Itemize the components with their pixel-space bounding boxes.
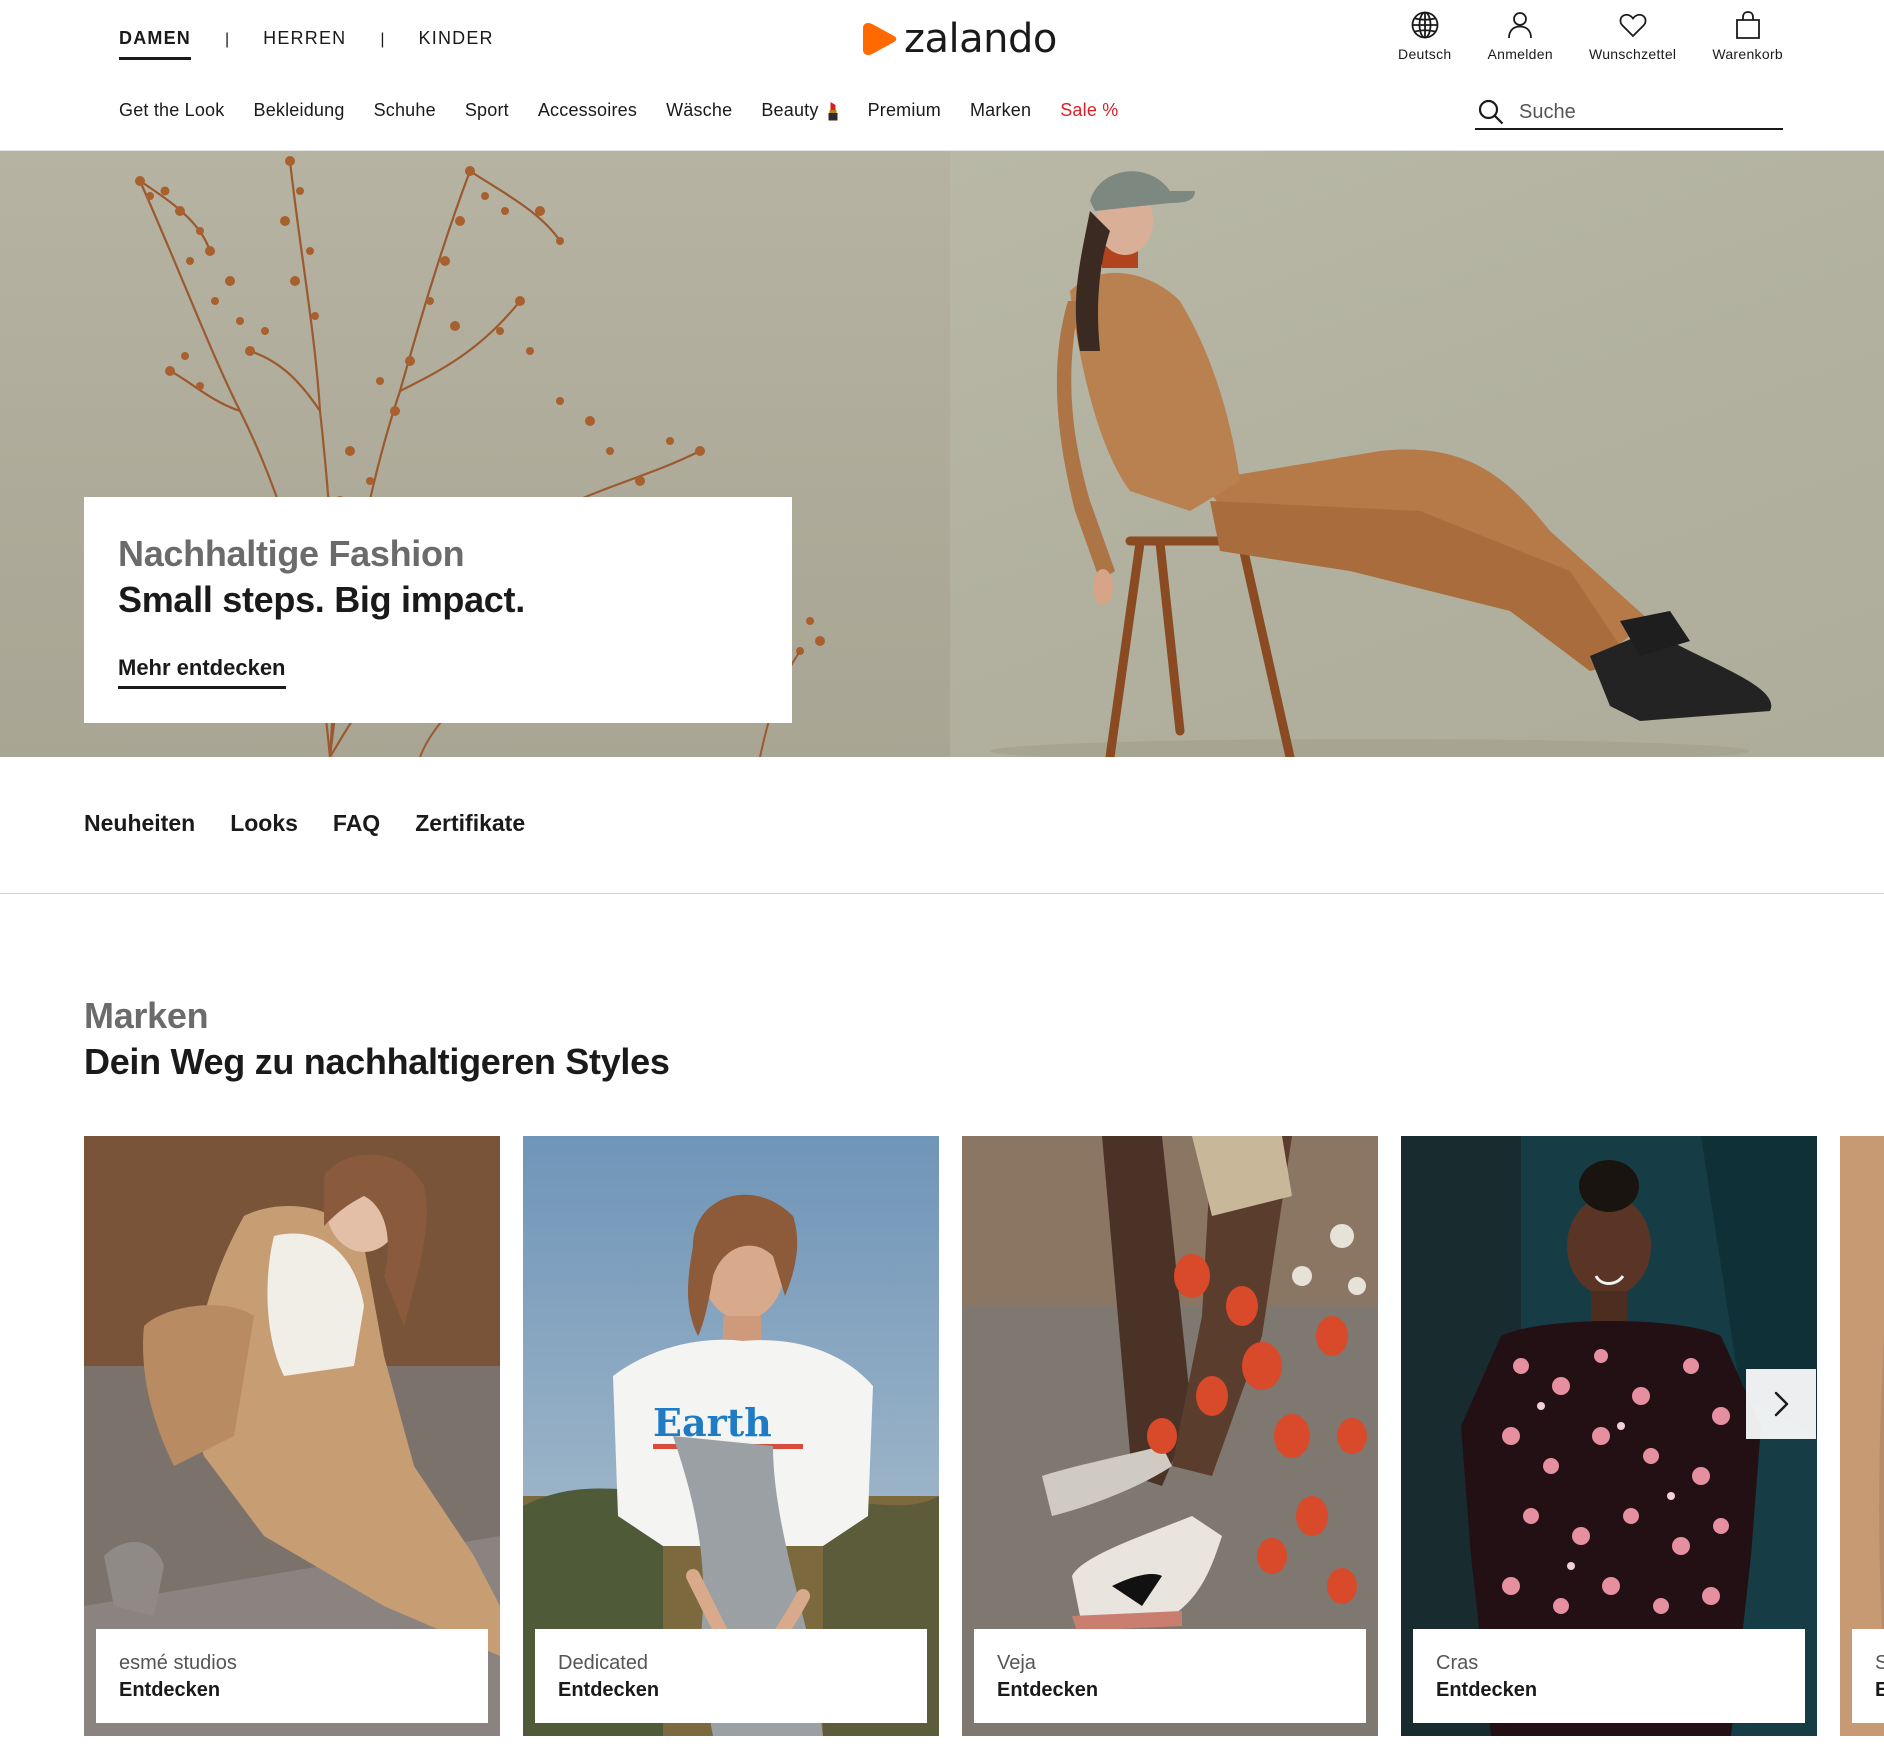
hero-kicker: Nachhaltige Fashion [118, 533, 465, 574]
brand-name: Dedicated [558, 1652, 649, 1674]
heart-icon [1616, 8, 1650, 42]
hero-banner[interactable]: Nachhaltige Fashion Small steps. Big imp… [0, 151, 1884, 757]
brand-card-label: esmé studios Entdecken [96, 1629, 488, 1723]
subnav-divider [0, 893, 1884, 894]
section-subnav: Neuheiten Looks FAQ Zertifikate [84, 810, 560, 837]
tab-kinder[interactable]: KINDER [419, 28, 494, 60]
nav-accessoires[interactable]: Accessoires [538, 100, 637, 121]
category-nav: Get the Look Bekleidung Schuhe Sport Acc… [119, 100, 1147, 121]
user-icon [1503, 8, 1537, 42]
nav-bekleidung[interactable]: Bekleidung [253, 100, 344, 121]
brand-carousel: esmé studios Entdecken Earth Dedicated E… [84, 1136, 1884, 1736]
wishlist-button[interactable]: Wunschzettel [1589, 8, 1676, 62]
brand-name: Cras [1436, 1652, 1479, 1674]
svg-text:Earth: Earth [653, 1400, 772, 1445]
logo-text: zalando [904, 16, 1057, 62]
zalando-logo[interactable]: zalando [862, 16, 1057, 62]
tab-herren[interactable]: HERREN [263, 28, 346, 60]
nav-sale[interactable]: Sale % [1060, 100, 1118, 121]
brand-card-label: Cras Entdecken [1413, 1629, 1805, 1723]
brand-card-label: Dedicated Entdecken [535, 1629, 927, 1723]
brand-cta: Entdecken [119, 1679, 221, 1701]
hero-image-model [950, 151, 1884, 757]
login-button[interactable]: Anmelden [1488, 8, 1553, 62]
wishlist-label: Wunschzettel [1588, 46, 1677, 62]
cart-label: Warenkorb [1712, 46, 1783, 62]
search-bar [1475, 96, 1783, 130]
tab-damen[interactable]: DAMEN [119, 28, 191, 60]
chevron-right-icon [1774, 1391, 1789, 1417]
brand-card-veja[interactable]: Veja Entdecken [962, 1136, 1378, 1736]
zalando-logo-mark-icon [863, 23, 897, 55]
hero-card: Nachhaltige Fashion Small steps. Big imp… [84, 497, 792, 723]
language-button[interactable]: Deutsch [1398, 8, 1451, 62]
brand-card-label: Veja Entdecken [974, 1629, 1366, 1723]
brand-name: S [1875, 1652, 1884, 1674]
subnav-neuheiten[interactable]: Neuheiten [84, 810, 195, 837]
search-input[interactable] [1519, 100, 1759, 124]
brand-cta: Entdecken [997, 1679, 1099, 1701]
brand-card-partial[interactable]: S E [1840, 1136, 1884, 1736]
brand-name: esmé studios [119, 1652, 237, 1674]
nav-schuhe[interactable]: Schuhe [374, 100, 436, 121]
brand-cta: Entdecken [558, 1679, 660, 1701]
utility-nav: Deutsch Anmelden Wunschzettel Warenkorb [1398, 8, 1783, 62]
hero-cta-link[interactable]: Mehr entdecken [118, 655, 286, 689]
login-label: Anmelden [1487, 46, 1553, 62]
brands-heading: Marken Dein Weg zu nachhaltigeren Styles [84, 995, 670, 1083]
globe-icon [1408, 8, 1442, 42]
nav-sport[interactable]: Sport [465, 100, 509, 121]
brand-card-esme-studios[interactable]: esmé studios Entdecken [84, 1136, 500, 1736]
gender-tabs: DAMEN | HERREN | KINDER [119, 28, 494, 60]
brand-cta: E [1875, 1679, 1884, 1701]
carousel-next-button[interactable] [1746, 1369, 1816, 1439]
nav-beauty[interactable]: Beauty [761, 100, 838, 121]
bag-icon [1731, 8, 1765, 42]
nav-waesche[interactable]: Wäsche [666, 100, 732, 121]
nav-get-the-look[interactable]: Get the Look [119, 100, 224, 121]
top-header: DAMEN | HERREN | KINDER zalando Deutsch [0, 0, 1884, 76]
subnav-faq[interactable]: FAQ [333, 810, 380, 837]
cart-button[interactable]: Warenkorb [1712, 8, 1783, 62]
brand-card-label: S E [1852, 1629, 1884, 1723]
brands-kicker: Marken [84, 995, 209, 1036]
language-label: Deutsch [1398, 46, 1452, 62]
subnav-zertifikate[interactable]: Zertifikate [415, 810, 525, 837]
brand-card-dedicated[interactable]: Earth Dedicated Entdecken [523, 1136, 939, 1736]
hero-title: Small steps. Big impact. [118, 579, 525, 620]
tab-separator: | [225, 31, 230, 48]
subnav-looks[interactable]: Looks [230, 810, 298, 837]
nav-premium[interactable]: Premium [868, 100, 941, 121]
brand-name: Veja [997, 1652, 1036, 1674]
tab-separator: | [380, 31, 385, 48]
lipstick-icon [828, 101, 838, 120]
nav-beauty-label: Beauty [761, 100, 819, 120]
nav-marken[interactable]: Marken [970, 100, 1031, 121]
brand-cta: Entdecken [1436, 1679, 1538, 1701]
search-icon[interactable] [1477, 98, 1505, 126]
brands-title: Dein Weg zu nachhaltigeren Styles [84, 1041, 670, 1082]
